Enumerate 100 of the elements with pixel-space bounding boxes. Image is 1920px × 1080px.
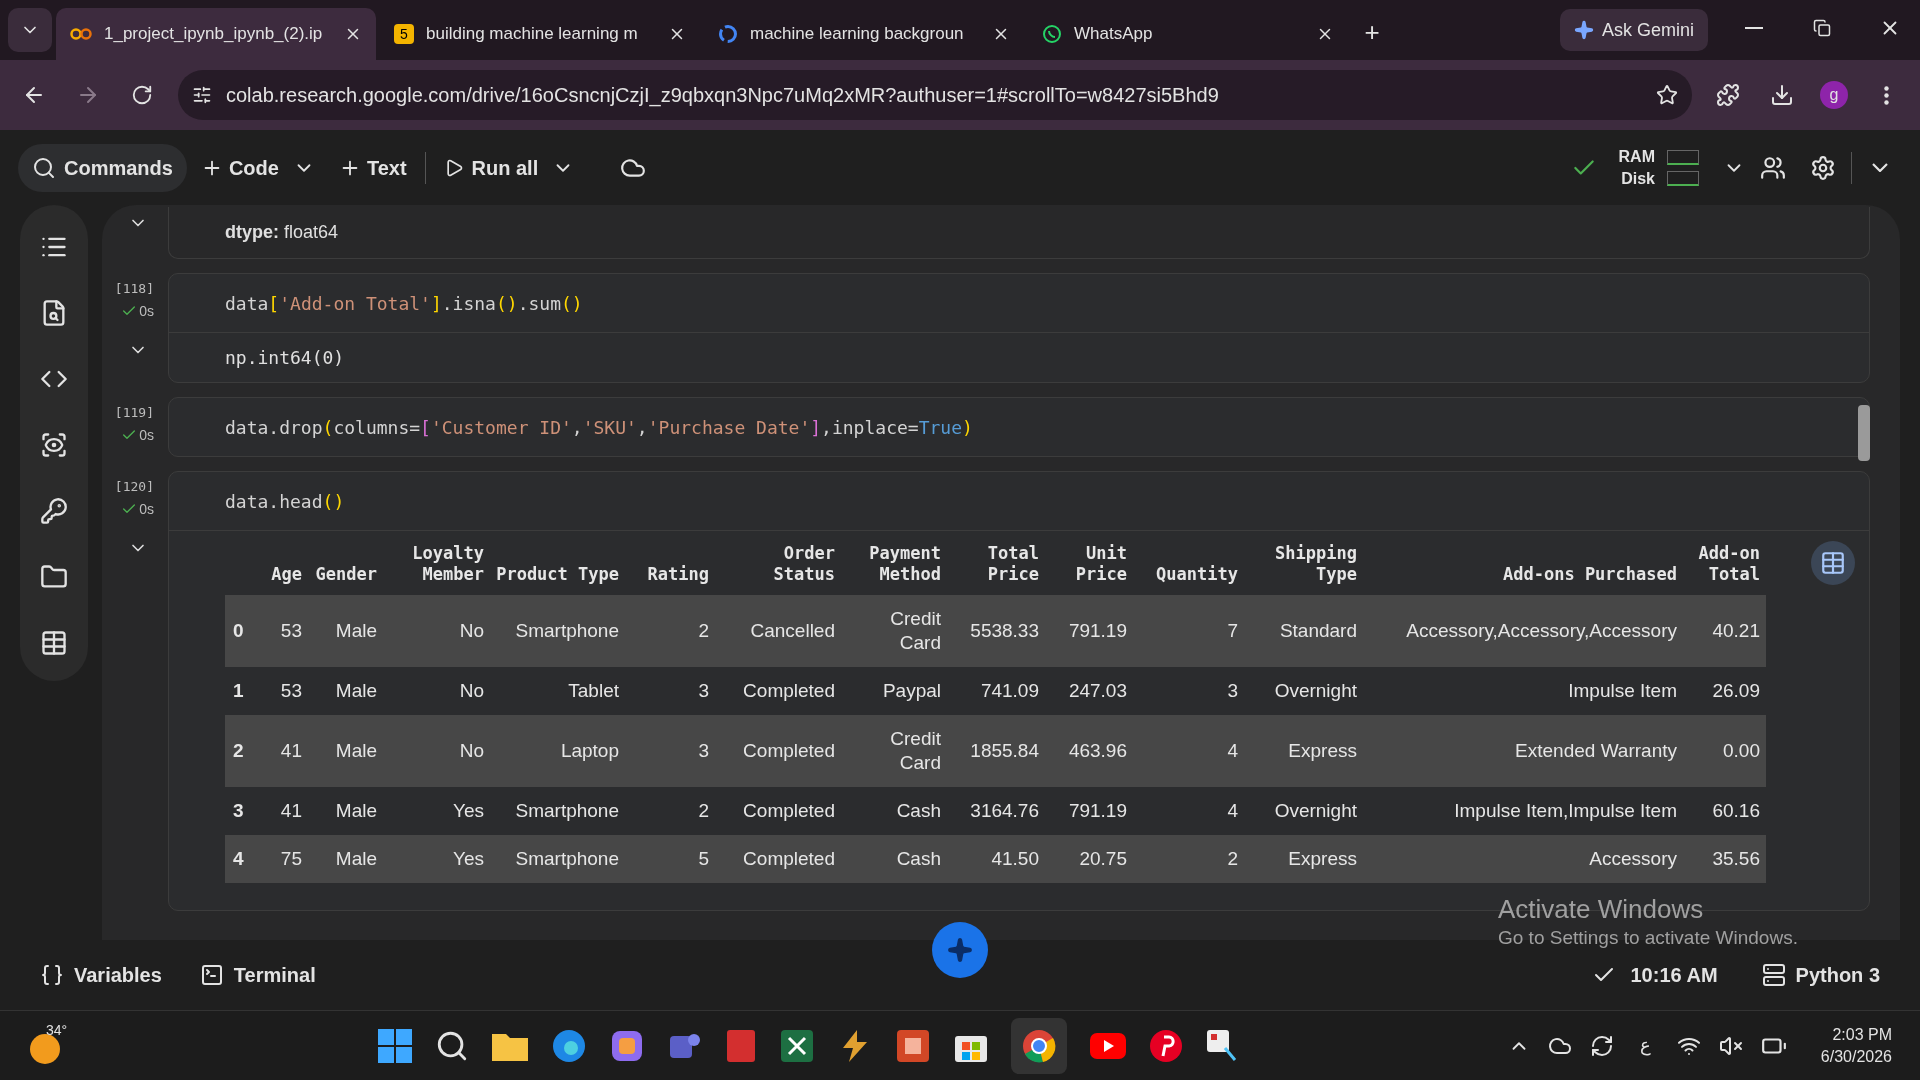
active-app-button[interactable]: [1010, 1017, 1067, 1074]
table-cell-text: Credit Card: [889, 606, 941, 655]
output-text: dtype: float64: [225, 221, 339, 244]
run-all-button[interactable]: Run all: [435, 145, 547, 190]
braces-icon: [40, 963, 64, 987]
execution-count: [120]: [114, 478, 154, 496]
browser-tab[interactable]: 5 building machine learning m: [380, 8, 700, 60]
runtime-button[interactable]: Python 3: [1761, 960, 1880, 990]
table-cell: Accessory,Accessory,Accessory: [1406, 618, 1677, 643]
table-cell: Extended Warranty: [1515, 738, 1677, 763]
table-cell: Male: [335, 798, 377, 823]
table-cell: 41.50: [991, 846, 1039, 871]
browser-tab[interactable]: machine learning backgroun: [704, 8, 1024, 60]
table-cell: Yes: [453, 798, 484, 823]
table-cell: 0.00: [1723, 738, 1760, 763]
address-bar[interactable]: colab.research.google.com/drive/16oCsncnjCzjI_z9qbxqn3Npc7uMq2xMR?authuser=1#scrollTo=w8427si5Bhd9: [178, 70, 1692, 120]
spreadsheet-icon[interactable]: [778, 1027, 815, 1064]
sparkle-icon: [1573, 20, 1594, 40]
input-language[interactable]: ع: [1631, 1032, 1659, 1059]
browser-tab[interactable]: 1_project_ipynb_ipynb_(2).ip: [56, 8, 376, 60]
table-cell: Standard: [1279, 618, 1357, 643]
sparkle-icon: [947, 937, 973, 963]
sun-icon[interactable]: [30, 1033, 60, 1064]
table-cell: Paypal: [882, 678, 941, 703]
site-settings-icon[interactable]: [192, 85, 212, 105]
code-line: data.head(): [225, 489, 345, 514]
search-icon: [32, 155, 56, 180]
pin-icon[interactable]: [1148, 1028, 1183, 1063]
document-icon[interactable]: [724, 1027, 757, 1064]
tool-icon[interactable]: [1204, 1027, 1239, 1064]
table-cell: 20.75: [1079, 846, 1127, 871]
table-cell: 3: [698, 738, 709, 763]
column-header: Unit Price: [1074, 543, 1127, 585]
puzzle-icon: [1716, 83, 1740, 107]
table-cell: Cash: [896, 846, 941, 871]
table-cell: Express: [1288, 738, 1357, 763]
folder-icon: [40, 563, 68, 591]
column-header: Age: [271, 564, 302, 585]
windows-start-icon[interactable]: [376, 1027, 413, 1064]
tab-title: machine learning backgroun: [750, 23, 965, 46]
table-cell: 2: [698, 618, 709, 643]
clock-date: 6/30/2026: [1820, 1046, 1892, 1067]
table-cell: 3164.76: [970, 798, 1039, 823]
table-cell: 2: [698, 798, 709, 823]
column-header: Order Status: [772, 543, 835, 585]
variables-button[interactable]: Variables: [40, 960, 162, 990]
bookmark-star-icon[interactable]: [1656, 84, 1678, 106]
add-text-button[interactable]: Text: [330, 145, 415, 190]
browser-icon[interactable]: [550, 1027, 587, 1064]
disk-label: Disk: [1621, 168, 1655, 189]
activation-subtitle: Go to Settings to activate Windows.: [1498, 926, 1798, 950]
column-header: Rating: [647, 564, 709, 585]
table-cell-text: Credit Card: [889, 726, 941, 775]
table-cell: 41: [280, 798, 302, 823]
reload-icon: [131, 84, 153, 106]
scrollbar-thumb[interactable]: [1858, 405, 1870, 461]
table-cell: 35.56: [1712, 846, 1760, 871]
table-cell: 7: [1227, 618, 1238, 643]
table-cell: Male: [335, 738, 377, 763]
table-cell: Overnight: [1274, 678, 1357, 703]
table-cell: Tablet: [568, 678, 619, 703]
table-cell: Impulse Item: [1568, 678, 1677, 703]
table-cell: Smartphone: [515, 846, 619, 871]
row-index: 0: [233, 619, 244, 641]
browser-tab[interactable]: WhatsApp: [1028, 8, 1348, 60]
table-cell: Completed: [743, 678, 835, 703]
terminal-icon: [199, 963, 224, 987]
chevron-down-icon: [1872, 163, 1888, 172]
ask-gemini-button[interactable]: Ask Gemini: [1559, 9, 1708, 51]
add-code-button[interactable]: Code: [192, 145, 287, 190]
table-cell: 791.19: [1068, 618, 1127, 643]
table-cell: 75: [280, 846, 302, 871]
table-view-button[interactable]: [1811, 541, 1855, 585]
column-header: Add-ons Purchased: [1503, 564, 1677, 585]
table-cell: Yes: [453, 846, 484, 871]
row-index: 2: [233, 739, 244, 761]
sync-icon[interactable]: [1589, 1033, 1614, 1058]
commands-button[interactable]: Commands: [18, 143, 187, 192]
profile-avatar[interactable]: g: [1820, 81, 1848, 109]
table-cell: Male: [335, 846, 377, 871]
chrome-style-icon: [1020, 1027, 1057, 1064]
people-icon: [1760, 154, 1786, 181]
new-tab-button[interactable]: +: [1352, 12, 1392, 52]
execution-time: 0s: [139, 425, 154, 445]
temperature: 34°: [46, 1020, 68, 1040]
table-cell: Completed: [743, 846, 835, 871]
gemini-button[interactable]: [932, 922, 988, 978]
table-cell: 53: [280, 618, 302, 643]
table-cell: 791.19: [1068, 798, 1127, 823]
presentation-icon[interactable]: [894, 1027, 931, 1064]
disk-meter: [1667, 170, 1699, 186]
play-icon[interactable]: [1088, 1031, 1127, 1060]
ram-meter: [1667, 149, 1699, 165]
table-cell: 53: [280, 678, 302, 703]
key-icon: [40, 497, 68, 525]
table-cell: Accessory: [1589, 846, 1677, 871]
table-cell: 247.03: [1068, 678, 1127, 703]
table-cell: Impulse Item,Impulse Item: [1454, 798, 1677, 823]
terminal-button[interactable]: Terminal: [199, 960, 316, 990]
download-icon: [1770, 83, 1794, 107]
